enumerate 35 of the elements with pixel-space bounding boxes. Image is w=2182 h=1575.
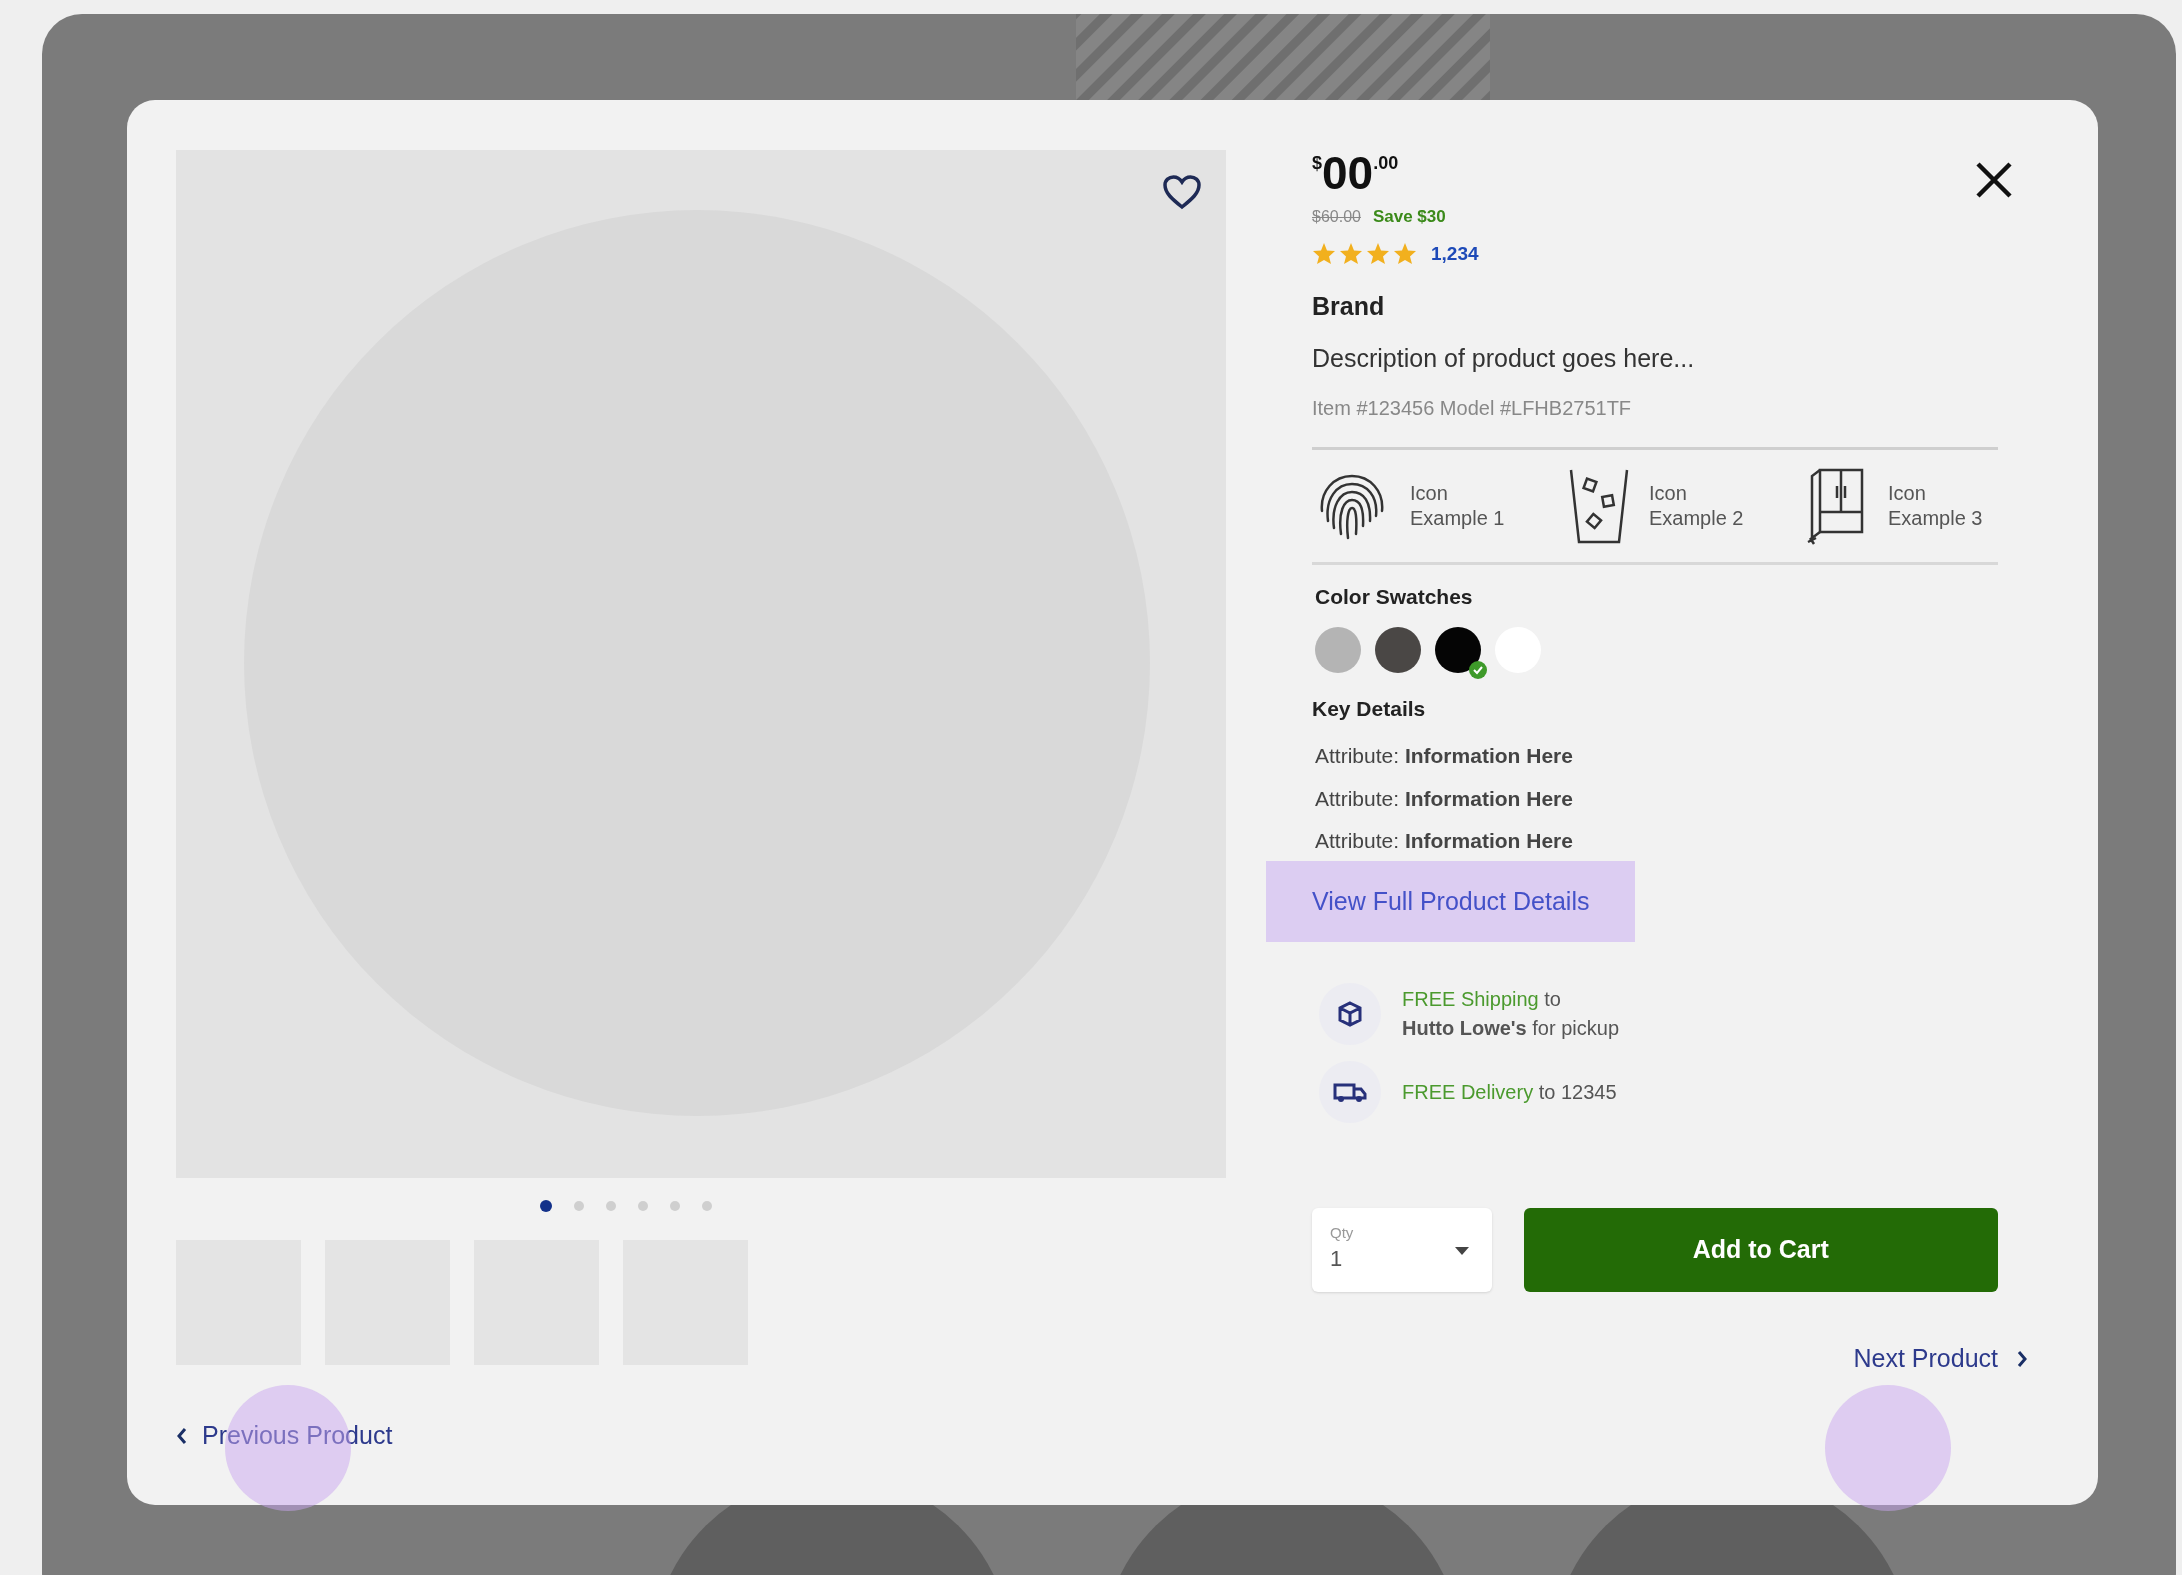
savings-text: Save $30 bbox=[1372, 206, 1446, 228]
product-description: Description of product goes here... bbox=[1312, 342, 1696, 374]
view-full-details-link[interactable]: View Full Product Details bbox=[1266, 860, 1636, 942]
section-heading: Key Details bbox=[1312, 695, 1427, 722]
delivery-info: FREE Delivery to 12345 bbox=[1402, 1079, 1617, 1105]
shipping-info: FREE Shipping to Hutto Lowe's for pickup bbox=[1402, 987, 1619, 1041]
quantity-select[interactable]: Qty 1 bbox=[1312, 1208, 1492, 1292]
close-icon bbox=[1974, 160, 2014, 200]
previous-product-link[interactable]: Previous Product bbox=[202, 1417, 393, 1455]
star-icon bbox=[1393, 242, 1417, 266]
next-product-link[interactable]: Next Product bbox=[1853, 1340, 1998, 1378]
key-detail-row-text: Attribute: Information Here bbox=[1315, 785, 1574, 812]
section-heading: Color Swatches bbox=[1315, 584, 1474, 610]
chevron-left-icon[interactable] bbox=[176, 1426, 188, 1445]
star-icon bbox=[1366, 242, 1390, 266]
truck-icon bbox=[1318, 1060, 1382, 1124]
feature-label: Icon Example 1 bbox=[1410, 481, 1506, 531]
feature-label: Icon Example 2 bbox=[1649, 481, 1745, 531]
color-swatch[interactable] bbox=[1315, 626, 1361, 673]
key-detail-row-text: Attribute: Information Here bbox=[1315, 743, 1574, 769]
color-swatch[interactable] bbox=[1435, 626, 1481, 673]
item-model-number: Item #123456 Model #LFHB2751TF bbox=[1312, 396, 1633, 421]
checkmark-icon bbox=[1469, 660, 1487, 679]
star-icon bbox=[1339, 242, 1363, 266]
box-icon bbox=[1318, 982, 1382, 1046]
dropdown-caret-icon bbox=[1453, 1246, 1470, 1256]
add-to-cart-button[interactable]: Add to Cart bbox=[1523, 1208, 1998, 1292]
chevron-right-icon[interactable] bbox=[2016, 1349, 2028, 1368]
color-swatch[interactable] bbox=[1375, 626, 1421, 673]
brand-name: Brand bbox=[1312, 291, 1386, 322]
feature-label: Icon Example 3 bbox=[1888, 481, 1984, 531]
key-detail-row-text: Attribute: Information Here bbox=[1315, 828, 1574, 854]
star-icon bbox=[1312, 242, 1336, 266]
original-price: $60.00 bbox=[1312, 206, 1361, 227]
review-count[interactable]: 1,234 bbox=[1431, 239, 1479, 268]
